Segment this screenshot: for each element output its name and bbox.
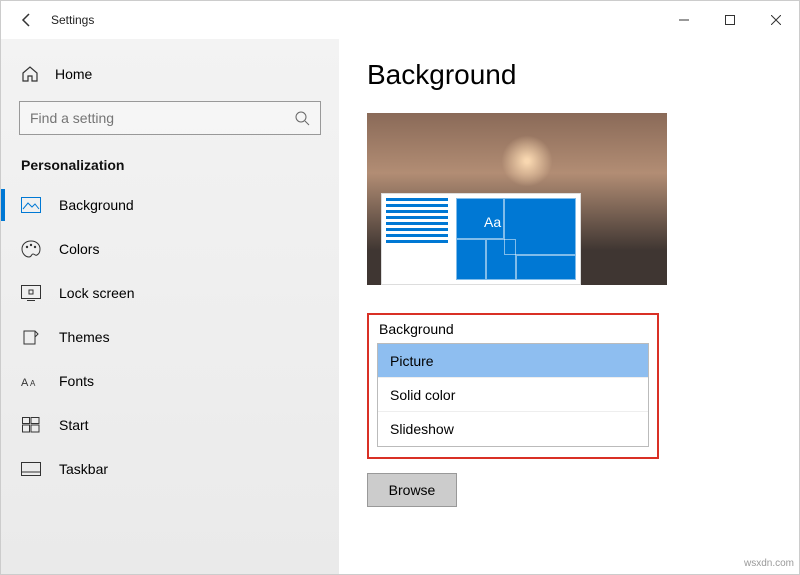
search-icon	[294, 110, 310, 126]
search-input[interactable]	[30, 110, 294, 126]
sidebar-item-fonts[interactable]: AA Fonts	[1, 359, 339, 403]
arrow-left-icon	[19, 12, 35, 28]
sidebar-item-start[interactable]: Start	[1, 403, 339, 447]
main-content: Background Aa	[339, 39, 799, 574]
watermark: wsxdn.com	[744, 558, 794, 569]
page-title: Background	[367, 59, 771, 91]
nav-label: Start	[59, 417, 89, 433]
nav-label: Taskbar	[59, 461, 108, 477]
picture-icon	[21, 197, 41, 213]
fonts-icon: AA	[21, 373, 41, 389]
svg-text:A: A	[21, 377, 29, 389]
themes-icon	[21, 328, 41, 346]
nav-label: Themes	[59, 329, 110, 345]
dropdown-label: Background	[377, 321, 649, 337]
home-icon	[21, 65, 39, 83]
nav-label: Lock screen	[59, 285, 134, 301]
search-box[interactable]	[19, 101, 321, 135]
window-controls	[661, 1, 799, 39]
nav-list: Background Colors Lock screen Themes AA …	[1, 183, 339, 491]
start-icon	[21, 417, 41, 433]
maximize-icon	[725, 15, 735, 25]
svg-text:A: A	[30, 379, 36, 388]
background-preview: Aa	[367, 113, 667, 285]
nav-label: Colors	[59, 241, 99, 257]
minimize-icon	[679, 15, 689, 25]
browse-button[interactable]: Browse	[367, 473, 457, 507]
section-title: Personalization	[1, 157, 339, 183]
nav-label: Background	[59, 197, 134, 213]
window-body: Home Personalization Background Colors	[1, 39, 799, 574]
background-dropdown-highlight: Background Picture Solid color Slideshow	[367, 313, 659, 459]
window-title: Settings	[51, 13, 661, 27]
sidebar-item-lockscreen[interactable]: Lock screen	[1, 271, 339, 315]
settings-window: Settings Home Personalization	[0, 0, 800, 575]
home-link[interactable]: Home	[1, 59, 339, 101]
option-label: Solid color	[390, 387, 455, 403]
sidebar-item-themes[interactable]: Themes	[1, 315, 339, 359]
preview-mock-tiles: Aa	[456, 198, 576, 280]
preview-mock-window: Aa	[381, 193, 581, 285]
browse-label: Browse	[389, 482, 436, 498]
dropdown-option-slideshow[interactable]: Slideshow	[378, 412, 648, 446]
preview-sun-icon	[497, 131, 557, 191]
home-label: Home	[55, 66, 92, 82]
option-label: Picture	[390, 353, 434, 369]
back-button[interactable]	[13, 12, 41, 28]
dropdown-option-solidcolor[interactable]: Solid color	[378, 378, 648, 412]
sidebar: Home Personalization Background Colors	[1, 39, 339, 574]
sidebar-item-colors[interactable]: Colors	[1, 227, 339, 271]
close-icon	[771, 15, 781, 25]
sidebar-item-taskbar[interactable]: Taskbar	[1, 447, 339, 491]
option-label: Slideshow	[390, 421, 454, 437]
close-button[interactable]	[753, 1, 799, 39]
minimize-button[interactable]	[661, 1, 707, 39]
dropdown-option-picture[interactable]: Picture	[378, 344, 648, 378]
sidebar-item-background[interactable]: Background	[1, 183, 339, 227]
palette-icon	[21, 240, 41, 258]
taskbar-icon	[21, 462, 41, 476]
lockscreen-icon	[21, 285, 41, 301]
nav-label: Fonts	[59, 373, 94, 389]
preview-mock-sidebar	[382, 194, 452, 284]
maximize-button[interactable]	[707, 1, 753, 39]
background-dropdown[interactable]: Picture Solid color Slideshow	[377, 343, 649, 447]
titlebar: Settings	[1, 1, 799, 39]
